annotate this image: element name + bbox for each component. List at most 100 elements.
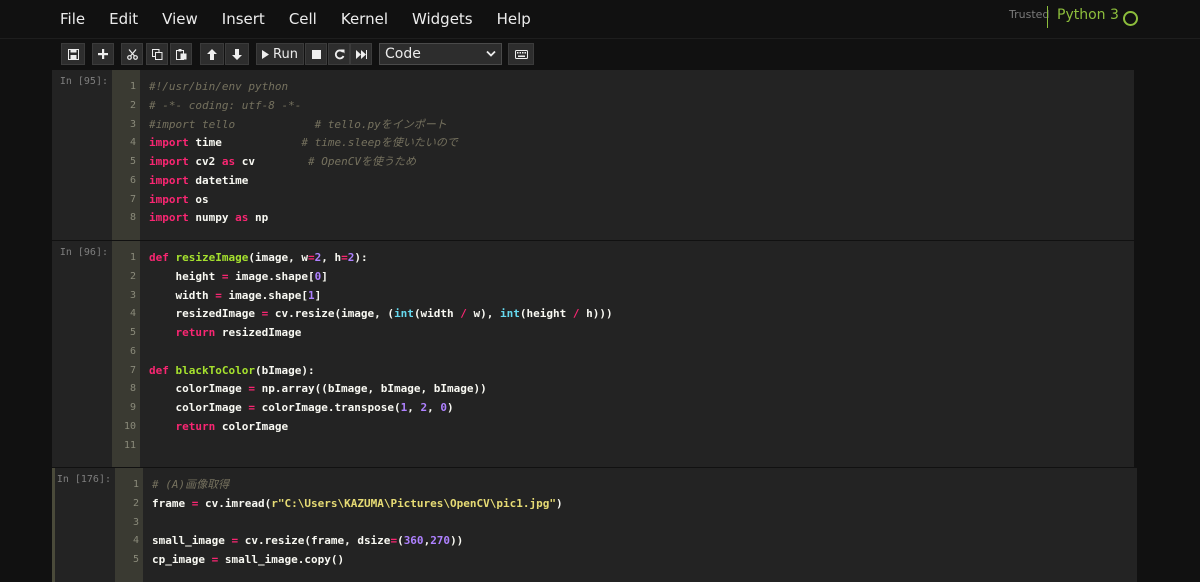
code-token: ): [447, 401, 454, 414]
code-token: time: [188, 136, 302, 150]
code-token: import: [149, 155, 189, 168]
code-token: os: [188, 192, 209, 206]
code-line: frame = cv.imread(r"C:\Users\KAZUMA\Pict…: [143, 495, 1137, 514]
menu-help[interactable]: Help: [485, 0, 543, 38]
scissors-icon: [126, 48, 138, 60]
trusted-indicator[interactable]: Trusted: [1009, 8, 1049, 21]
menu-edit[interactable]: Edit: [97, 0, 150, 38]
code-token: image.shape[: [221, 288, 308, 302]
code-token: return: [175, 326, 216, 339]
code-line: def blackToColor(bImage):: [140, 362, 1134, 381]
cell-prompt: In [176]:: [56, 474, 111, 485]
arrow-down-icon: [232, 48, 242, 60]
menu-view[interactable]: View: [150, 0, 210, 38]
line-number: 5: [132, 554, 139, 565]
code-line: width = image.shape[1]: [140, 287, 1134, 306]
save-button[interactable]: [61, 43, 85, 65]
code-editor[interactable]: # (A)画像取得 frame = cv.imread(r"C:\Users\KA…: [143, 468, 1137, 582]
add-cell-button[interactable]: [92, 43, 114, 65]
code-token: blackToColor: [175, 363, 255, 377]
code-editor[interactable]: def resizeImage(image, w=2, h=2): height…: [140, 241, 1134, 468]
line-number: 1: [132, 479, 139, 490]
code-token: colorImage: [149, 401, 249, 414]
code-line: return colorImage: [140, 418, 1134, 437]
code-cell[interactable]: In [96]: 1 2 3 4 5 6 7 8 9 10 11 def resizeImage(ima…: [52, 241, 1134, 468]
line-number: 9: [129, 402, 136, 413]
code-line: import os: [140, 191, 1134, 210]
code-line: return resizedImage: [140, 324, 1134, 343]
line-number: 11: [123, 439, 136, 451]
restart-button[interactable]: [328, 43, 350, 65]
code-token: int: [500, 307, 520, 321]
code-token: ,: [427, 401, 441, 414]
code-cell[interactable]: In [176]: 1 2 3 4 5 # (A)画像取得 frame = cv.imread…: [52, 468, 1137, 582]
restart-run-all-button[interactable]: [350, 43, 372, 65]
command-palette-button[interactable]: [508, 43, 534, 65]
move-down-button[interactable]: [225, 43, 249, 65]
code-line: import datetime: [140, 172, 1134, 191]
code-cell[interactable]: In [95]: 1 2 3 4 5 6 7 8 #!/usr/bin/env python # -…: [52, 70, 1134, 240]
code-token: small_image: [152, 534, 232, 548]
menu-file[interactable]: File: [48, 0, 97, 38]
code-token: np: [248, 211, 269, 225]
keyboard-icon: [514, 49, 528, 59]
line-number: 5: [129, 327, 136, 338]
code-line: #import tello # tello.pyをインポート: [140, 116, 1134, 135]
line-number: 4: [132, 535, 139, 547]
code-token: cv: [235, 155, 308, 168]
code-token: /: [460, 307, 467, 321]
code-token: 1: [307, 288, 315, 302]
line-number: 7: [129, 193, 136, 205]
code-token: # (A)画像取得: [152, 478, 230, 491]
code-line: import time # time.sleepを使いたいので: [140, 134, 1134, 153]
line-number-gutter: 1 2 3 4 5 6 7 8 9 10 11: [112, 241, 140, 468]
code-token: ): [556, 496, 563, 510]
copy-button[interactable]: [146, 43, 168, 65]
code-token: =: [248, 401, 255, 414]
line-number: 4: [129, 308, 136, 320]
kernel-name[interactable]: Python 3: [1057, 7, 1119, 23]
code-token: # time.sleepを使いたいので: [301, 136, 458, 150]
code-token: width: [149, 288, 216, 302]
interrupt-button[interactable]: [305, 43, 327, 65]
code-token: =: [307, 251, 315, 264]
code-token: cv.resize(image, (: [268, 307, 395, 321]
code-token: ,: [407, 401, 421, 414]
menu-insert[interactable]: Insert: [210, 0, 277, 38]
code-token: #!/usr/bin/env python: [149, 80, 289, 93]
line-number: 10: [123, 420, 136, 432]
code-editor[interactable]: #!/usr/bin/env python # -*- coding: utf-8…: [140, 70, 1134, 240]
code-token: cv2: [188, 155, 222, 168]
code-line: import cv2 as cv # OpenCVを使うため: [140, 153, 1134, 172]
line-number: 1: [129, 81, 136, 92]
cell-type-select[interactable]: Code: [379, 43, 502, 65]
cut-button[interactable]: [121, 43, 143, 65]
code-token: import: [149, 173, 189, 187]
code-line: #!/usr/bin/env python: [140, 78, 1134, 97]
menu-cell[interactable]: Cell: [277, 0, 329, 38]
menu-widgets[interactable]: Widgets: [400, 0, 485, 38]
code-line: resizedImage = cv.resize(image, (int(wid…: [140, 305, 1134, 324]
code-token: /: [572, 307, 580, 321]
code-token: 360: [403, 534, 424, 548]
cell-prompt: In [96]:: [59, 247, 108, 258]
code-line: cp_image = small_image.copy(): [143, 551, 1137, 570]
code-token: , h: [321, 251, 342, 264]
paste-button[interactable]: [170, 43, 192, 65]
code-token: (image, w: [248, 251, 308, 264]
code-token: w),: [466, 307, 501, 321]
move-up-button[interactable]: [200, 43, 224, 65]
code-token: =: [248, 382, 255, 396]
run-button[interactable]: Run: [256, 43, 304, 65]
paste-icon: [175, 48, 186, 60]
code-token: small_image.copy(): [218, 553, 345, 566]
menu-kernel[interactable]: Kernel: [329, 0, 400, 38]
code-token: 270: [430, 534, 451, 548]
line-number-gutter: 1 2 3 4 5: [115, 468, 143, 582]
line-number: 1: [129, 252, 136, 263]
line-number: 3: [129, 289, 136, 301]
